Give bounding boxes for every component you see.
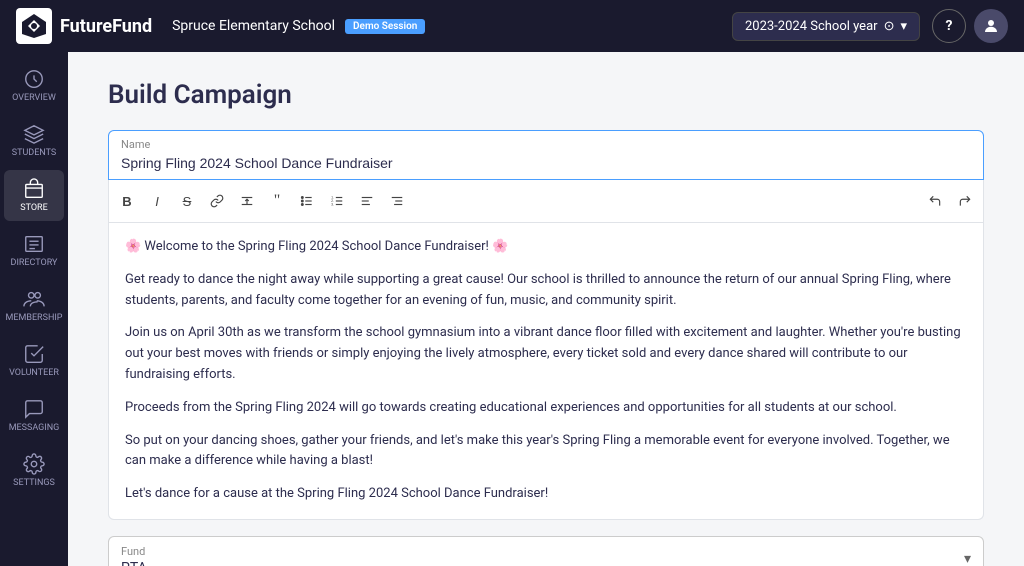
editor-content[interactable]: 🌸 Welcome to the Spring Fling 2024 Schoo… <box>108 223 984 520</box>
sidebar-item-students[interactable]: STUDENTS <box>4 115 64 166</box>
sidebar-item-overview-label: OVERVIEW <box>12 93 56 103</box>
logo-text: FutureFund <box>60 16 152 37</box>
sidebar-item-store[interactable]: STORE <box>4 170 64 221</box>
fund-value: PTA <box>121 560 971 566</box>
sidebar-item-overview[interactable]: OVERVIEW <box>4 60 64 111</box>
bullet-list-button[interactable] <box>293 188 321 214</box>
editor-para-2: Join us on April 30th as we transform th… <box>125 323 967 385</box>
editor-para-4: So put on your dancing shoes, gather you… <box>125 431 967 473</box>
link-button[interactable] <box>203 188 231 214</box>
editor-heading: 🌸 Welcome to the Spring Fling 2024 Schoo… <box>125 237 967 258</box>
editor-para-1: Get ready to dance the night away while … <box>125 270 967 312</box>
main-layout: OVERVIEW STUDENTS STORE DIRECTORY MEMBER… <box>0 52 1024 566</box>
sidebar-item-messaging[interactable]: MESSAGING <box>4 390 64 441</box>
topnav-icons: ? <box>932 9 1008 43</box>
sidebar-item-volunteer-label: VOLUNTEER <box>9 368 59 378</box>
school-year-icon: ⊙ <box>884 19 895 34</box>
help-button[interactable]: ? <box>932 9 966 43</box>
editor-toolbar: B I S " 1.2.3. <box>108 180 984 223</box>
sidebar-item-membership[interactable]: MEMBERSHIP <box>4 280 64 331</box>
school-year-label: 2023-2024 School year <box>745 19 878 34</box>
name-label: Name <box>121 138 150 151</box>
demo-badge: Demo Session <box>345 19 425 34</box>
undo-button[interactable] <box>921 188 949 214</box>
sidebar-item-store-label: STORE <box>20 203 47 213</box>
ordered-list-button[interactable]: 1.2.3. <box>323 188 351 214</box>
sidebar-item-membership-label: MEMBERSHIP <box>6 313 63 323</box>
editor-para-3: Proceeds from the Spring Fling 2024 will… <box>125 398 967 419</box>
align-right-button[interactable] <box>383 188 411 214</box>
blockquote-button[interactable]: " <box>263 188 291 214</box>
sidebar-item-messaging-label: MESSAGING <box>9 423 60 433</box>
italic-button[interactable]: I <box>143 188 171 214</box>
strikethrough-button[interactable]: S <box>173 188 201 214</box>
fund-select-wrapper[interactable]: Fund PTA ▾ <box>108 536 984 566</box>
sidebar-item-directory-label: DIRECTORY <box>11 258 58 268</box>
campaign-name-input[interactable] <box>109 131 983 179</box>
align-left-button[interactable] <box>353 188 381 214</box>
logo-icon <box>16 8 52 44</box>
sidebar-item-volunteer[interactable]: VOLUNTEER <box>4 335 64 386</box>
sidebar: OVERVIEW STUDENTS STORE DIRECTORY MEMBER… <box>0 52 68 566</box>
profile-button[interactable] <box>974 9 1008 43</box>
page-title: Build Campaign <box>108 80 984 110</box>
svg-text:3.: 3. <box>331 203 334 207</box>
main-content: Build Campaign Name B I S " 1.2.3. <box>68 52 1024 566</box>
sidebar-item-settings[interactable]: SETTINGS <box>4 445 64 496</box>
school-year-selector[interactable]: 2023-2024 School year ⊙ ▾ <box>732 12 920 41</box>
bold-button[interactable]: B <box>113 188 141 214</box>
redo-button[interactable] <box>951 188 979 214</box>
school-year-chevron: ▾ <box>900 19 907 34</box>
school-name: Spruce Elementary School <box>172 18 335 34</box>
sidebar-item-students-label: STUDENTS <box>12 148 57 158</box>
sidebar-item-directory[interactable]: DIRECTORY <box>4 225 64 276</box>
sidebar-item-settings-label: SETTINGS <box>13 478 55 488</box>
name-field-wrapper: Name <box>108 130 984 180</box>
fund-group: Fund PTA ▾ The campaign fund cannot be c… <box>108 536 984 566</box>
indent-button[interactable] <box>233 188 261 214</box>
fund-label: Fund <box>121 545 971 558</box>
topnav: FutureFund Spruce Elementary School Demo… <box>0 0 1024 52</box>
logo: FutureFund <box>16 8 152 44</box>
editor-para-5: Let's dance for a cause at the Spring Fl… <box>125 484 967 505</box>
fund-chevron-icon: ▾ <box>964 551 971 566</box>
